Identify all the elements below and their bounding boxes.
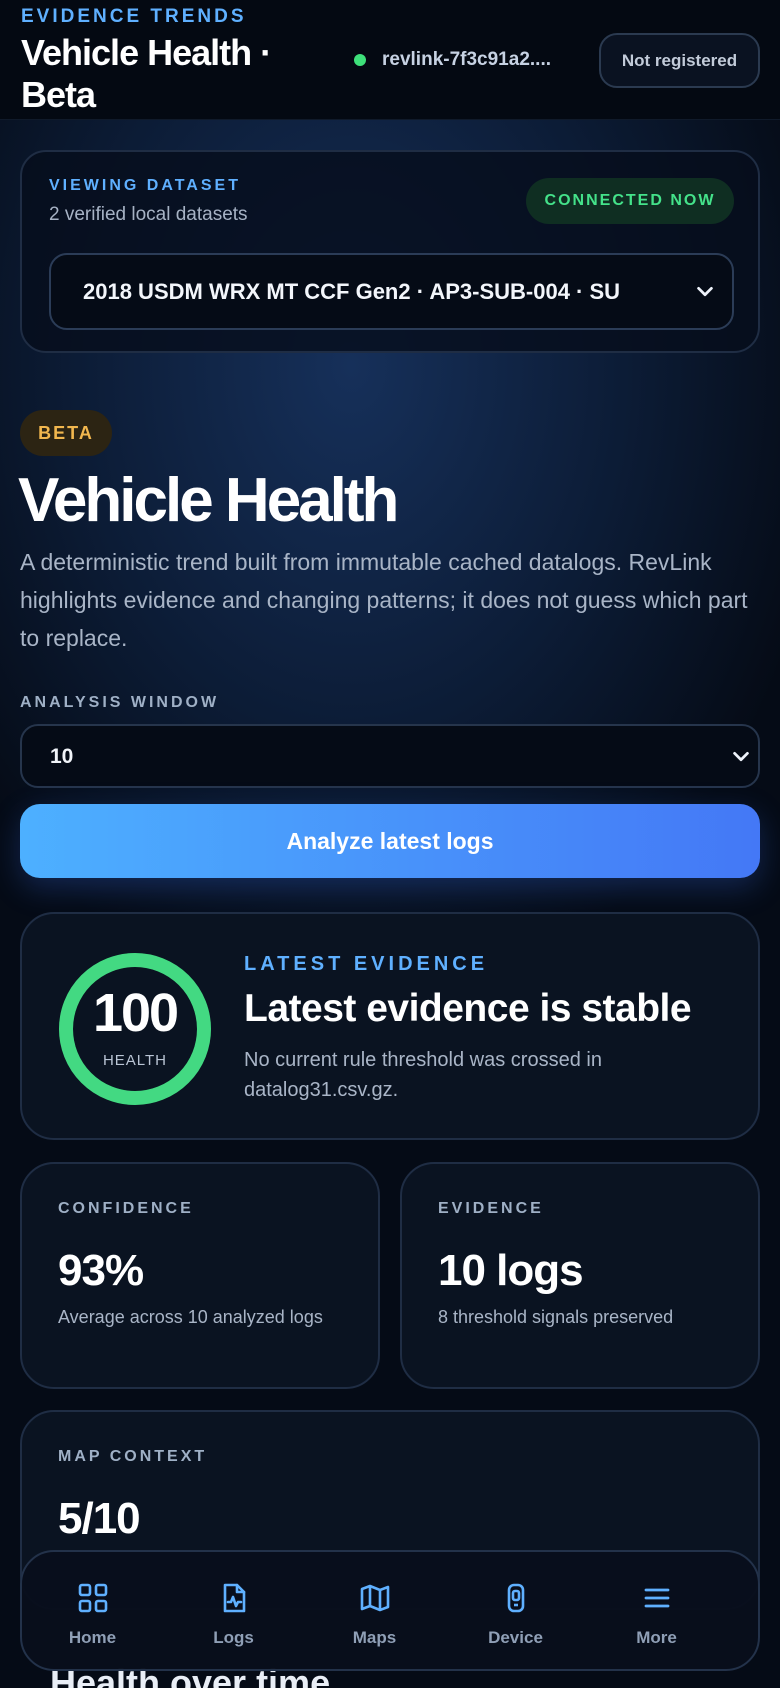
nav-more-label: More (636, 1628, 677, 1647)
latest-evidence-text: No current rule threshold was crossed in… (244, 1049, 602, 1101)
nav-logs[interactable]: Logs (163, 1552, 304, 1669)
chevron-down-icon (697, 286, 713, 297)
dataset-select[interactable]: 2018 USDM WRX MT CCF Gen2 · AP3-SUB-004 … (49, 253, 734, 330)
analysis-window-value: 10 (50, 745, 74, 768)
confidence-sub: Average across 10 analyzed logs (58, 1307, 323, 1327)
top-bar: EVIDENCE TRENDS Vehicle Health · Beta re… (0, 0, 780, 120)
dataset-subtitle: 2 verified local datasets (49, 204, 248, 225)
map-icon (360, 1584, 390, 1612)
bottom-nav: Home Logs Maps Device More (20, 1550, 760, 1671)
latest-evidence-title: Latest evidence is stable (244, 987, 692, 1030)
health-score-label: HEALTH (102, 1052, 168, 1069)
nav-more[interactable]: More (586, 1552, 727, 1669)
home-grid-icon (78, 1583, 108, 1613)
device-icon (507, 1583, 525, 1613)
connection-status-dot (354, 54, 366, 66)
analysis-window-select[interactable]: 10 (20, 724, 760, 788)
map-context-label: MAP CONTEXT (58, 1448, 208, 1465)
analysis-window-label: ANALYSIS WINDOW (20, 694, 220, 711)
evidence-sub: 8 threshold signals preserved (438, 1307, 674, 1327)
confidence-value: 93% (58, 1246, 144, 1295)
evidence-count-card: EVIDENCE 10 logs 8 threshold signals pre… (400, 1162, 760, 1389)
analyze-latest-logs-button[interactable]: Analyze latest logs (20, 804, 760, 878)
device-id: revlink-7f3c91a2.... (382, 49, 551, 70)
latest-evidence-eyebrow: LATEST EVIDENCE (244, 953, 489, 975)
map-context-value: 5/10 (58, 1494, 141, 1543)
nav-logs-label: Logs (213, 1628, 254, 1647)
nav-maps-label: Maps (352, 1628, 397, 1647)
nav-device-label: Device (488, 1628, 543, 1647)
nav-home[interactable]: Home (22, 1552, 163, 1669)
dataset-card: VIEWING DATASET 2 verified local dataset… (20, 150, 760, 353)
beta-badge: BETA (20, 410, 112, 456)
not-registered-button[interactable]: Not registered (599, 33, 760, 88)
evidence-value: 10 logs (438, 1246, 584, 1295)
nav-device[interactable]: Device (445, 1552, 586, 1669)
latest-evidence-card: 100 HEALTH LATEST EVIDENCE Latest eviden… (20, 912, 760, 1140)
confidence-label: CONFIDENCE (58, 1200, 194, 1217)
page-description: A deterministic trend built from immutab… (20, 549, 748, 651)
confidence-card: CONFIDENCE 93% Average across 10 analyze… (20, 1162, 380, 1389)
health-score-value: 100 (92, 983, 179, 1043)
header-eyebrow: EVIDENCE TRENDS (21, 6, 247, 27)
menu-icon (644, 1588, 670, 1608)
nav-home-label: Home (68, 1628, 117, 1647)
header-title: Vehicle Health · Beta (21, 32, 272, 115)
dataset-eyebrow: VIEWING DATASET (49, 177, 241, 194)
evidence-label: EVIDENCE (438, 1200, 544, 1217)
logs-file-icon (223, 1583, 246, 1613)
dataset-select-value: 2018 USDM WRX MT CCF Gen2 · AP3-SUB-004 … (83, 279, 621, 304)
chevron-down-icon (733, 751, 749, 762)
page-title: Vehicle Health (18, 466, 399, 535)
nav-maps[interactable]: Maps (304, 1552, 445, 1669)
connected-badge: CONNECTED NOW (526, 178, 734, 224)
